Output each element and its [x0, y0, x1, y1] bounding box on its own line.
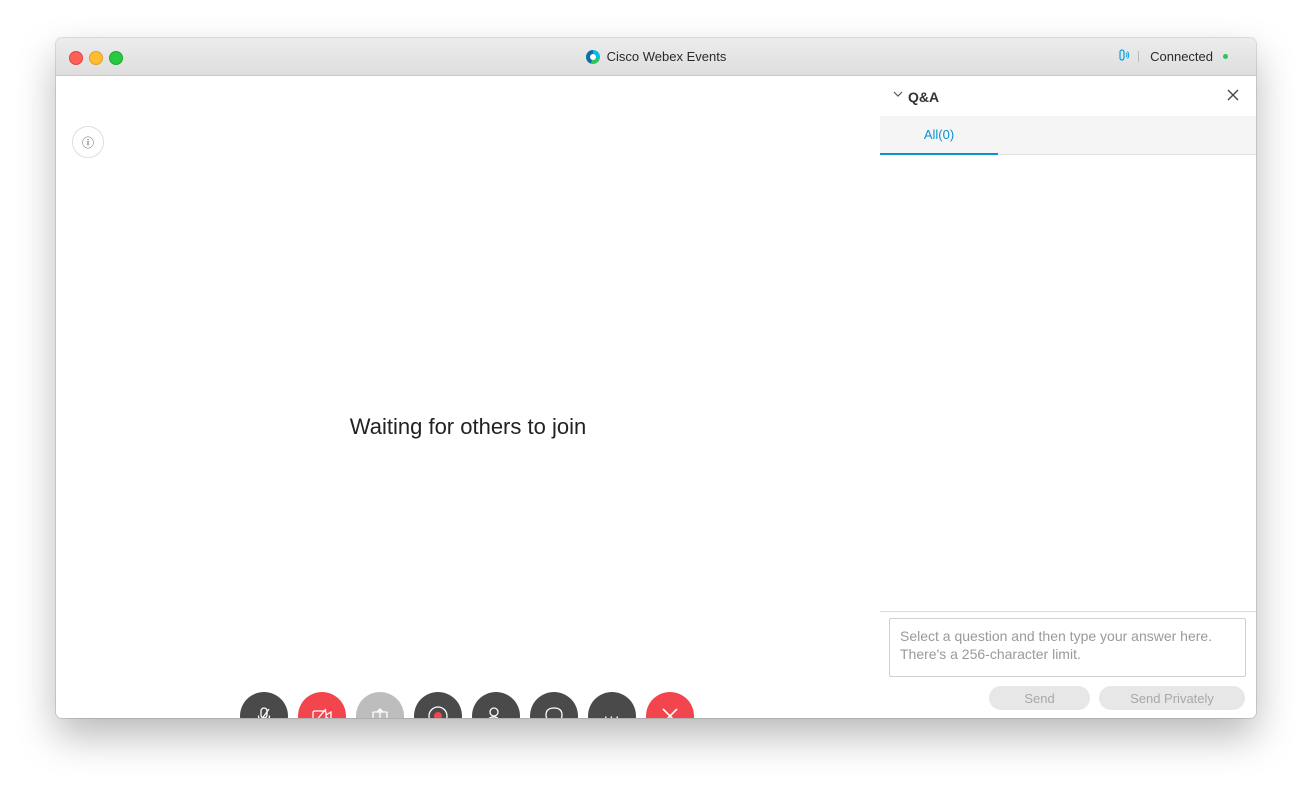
chat-icon [545, 707, 563, 718]
participants-icon [488, 707, 499, 718]
audio-connection-icon[interactable] [1119, 49, 1130, 64]
share-button[interactable] [356, 692, 404, 718]
record-button[interactable] [414, 692, 462, 718]
close-panel-icon[interactable] [1226, 88, 1240, 102]
connection-status: Connected [1119, 38, 1228, 75]
status-dot-icon [1223, 54, 1228, 59]
close-icon [662, 708, 678, 718]
stop-video-button[interactable] [298, 692, 346, 718]
waiting-message: Waiting for others to join [349, 414, 587, 439]
window-title-area: Cisco Webex Events [56, 38, 1256, 75]
chat-button[interactable] [530, 692, 578, 718]
leave-button[interactable] [646, 692, 694, 718]
send-privately-button[interactable]: Send Privately [1099, 686, 1245, 710]
qa-panel-header: Q&A [880, 76, 1256, 116]
qa-panel-title: Q&A [908, 89, 940, 105]
qa-panel: Q&A All(0) Send Send Privately [880, 76, 1256, 718]
tab-all[interactable]: All(0) [880, 116, 998, 155]
webex-logo-icon [585, 49, 600, 64]
participants-button[interactable] [472, 692, 520, 718]
send-button[interactable]: Send [989, 686, 1090, 710]
qa-tab-bar: All(0) [880, 116, 1256, 155]
status-divider [1138, 51, 1140, 62]
info-button[interactable]: ⓘ [72, 126, 104, 158]
title-bar: Cisco Webex Events Connected [56, 38, 1256, 76]
answer-input[interactable] [889, 618, 1246, 677]
chevron-down-icon[interactable] [892, 88, 904, 100]
app-window: Cisco Webex Events Connected ⓘ Waiting f… [56, 38, 1256, 718]
meeting-stage: ⓘ Waiting for others to join ··· [56, 76, 880, 718]
meeting-controls: ··· [240, 692, 694, 718]
mute-button[interactable] [240, 692, 288, 718]
info-icon: ⓘ [81, 135, 94, 150]
more-icon: ··· [603, 708, 621, 718]
window-title: Cisco Webex Events [606, 49, 727, 64]
share-icon [372, 708, 388, 718]
record-icon [428, 706, 448, 718]
video-off-icon [312, 708, 332, 718]
divider [880, 611, 1256, 612]
microphone-muted-icon [257, 707, 271, 718]
status-text: Connected [1150, 49, 1213, 64]
more-button[interactable]: ··· [588, 692, 636, 718]
